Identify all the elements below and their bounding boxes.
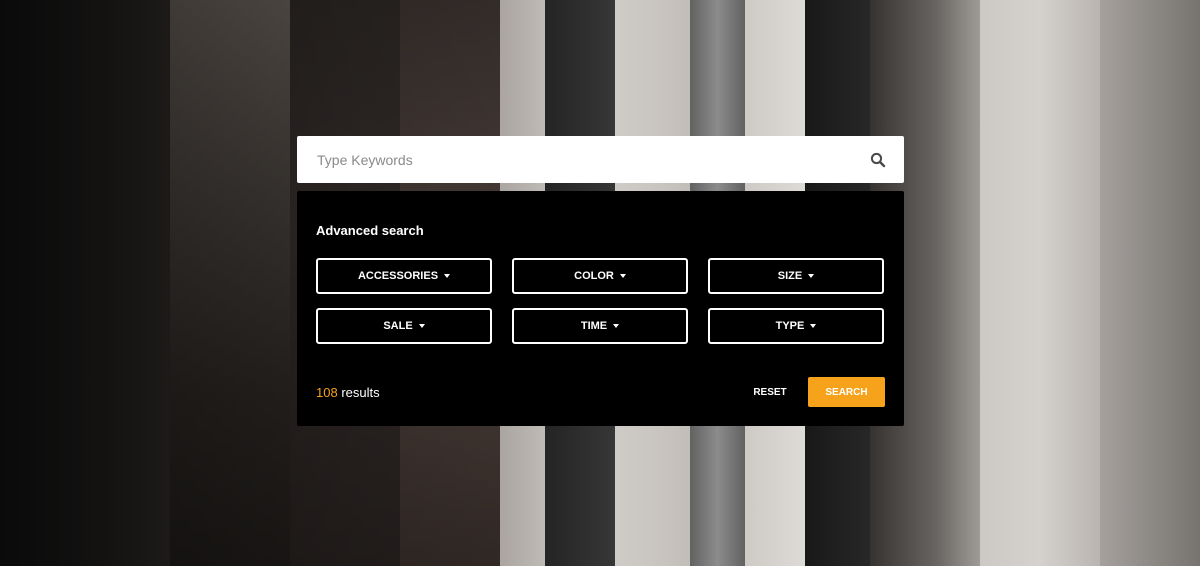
filter-color-dropdown[interactable]: COLOR (512, 258, 688, 294)
search-input[interactable] (297, 136, 857, 183)
results-summary: 108 results (316, 385, 380, 400)
results-count: 108 (316, 385, 338, 400)
filter-accessories-dropdown[interactable]: ACCESSORIES (316, 258, 492, 294)
caret-down-icon (808, 273, 815, 278)
filter-label: TYPE (775, 320, 805, 332)
filter-type-dropdown[interactable]: TYPE (708, 308, 884, 344)
filter-label: SALE (383, 320, 413, 332)
caret-down-icon (418, 323, 425, 328)
filter-sale-dropdown[interactable]: SALE (316, 308, 492, 344)
caret-down-icon (619, 273, 626, 278)
search-icon[interactable] (870, 152, 886, 168)
advanced-search-panel: Advanced search ACCESSORIES COLOR SIZE S… (297, 191, 904, 426)
filter-size-dropdown[interactable]: SIZE (708, 258, 884, 294)
search-button[interactable]: SEARCH (808, 377, 885, 407)
reset-button[interactable]: RESET (745, 378, 795, 406)
filter-label: SIZE (777, 270, 803, 282)
results-label: results (341, 385, 380, 400)
caret-down-icon (444, 273, 451, 278)
filter-label: COLOR (574, 270, 614, 282)
search-bar (297, 136, 904, 183)
caret-down-icon (810, 323, 817, 328)
filter-label: ACCESSORIES (357, 270, 439, 282)
filter-label: TIME (580, 320, 608, 332)
advanced-search-title: Advanced search (316, 223, 424, 238)
filter-time-dropdown[interactable]: TIME (512, 308, 688, 344)
caret-down-icon (613, 323, 620, 328)
